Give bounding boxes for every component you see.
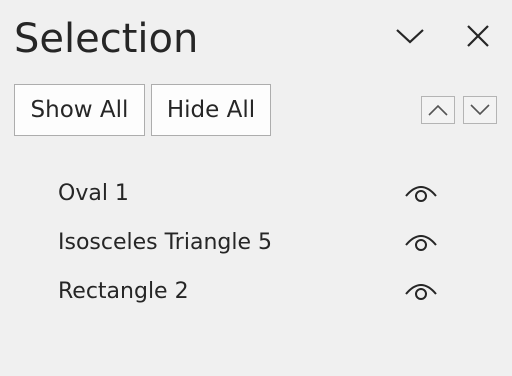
selection-pane: Selection Show All Hide All Oval 1 Isosc… [0, 0, 512, 376]
visibility-toggle[interactable] [403, 278, 439, 304]
eye-icon [405, 284, 437, 300]
send-backward-button[interactable] [463, 96, 497, 124]
objects-list: Oval 1 Isosceles Triangle 5 Rectangle 2 [0, 170, 512, 317]
object-name[interactable]: Oval 1 [58, 179, 129, 209]
visibility-toggle[interactable] [403, 180, 439, 206]
list-item[interactable]: Oval 1 [0, 170, 512, 219]
pane-options-button[interactable] [392, 18, 428, 54]
list-item[interactable]: Isosceles Triangle 5 [0, 219, 512, 268]
chevron-down-icon [470, 104, 490, 116]
close-icon [467, 25, 489, 47]
chevron-down-icon [396, 29, 424, 44]
show-all-button[interactable]: Show All [14, 84, 145, 136]
object-name[interactable]: Rectangle 2 [58, 277, 189, 307]
hide-all-button[interactable]: Hide All [151, 84, 271, 136]
bring-forward-button[interactable] [421, 96, 455, 124]
eye-icon [405, 186, 437, 202]
eye-icon [405, 235, 437, 251]
chevron-up-icon [428, 104, 448, 116]
list-item[interactable]: Rectangle 2 [0, 268, 512, 317]
object-name[interactable]: Isosceles Triangle 5 [58, 228, 272, 258]
pane-title: Selection [14, 16, 199, 62]
close-pane-button[interactable] [460, 18, 496, 54]
visibility-toggle[interactable] [403, 229, 439, 255]
